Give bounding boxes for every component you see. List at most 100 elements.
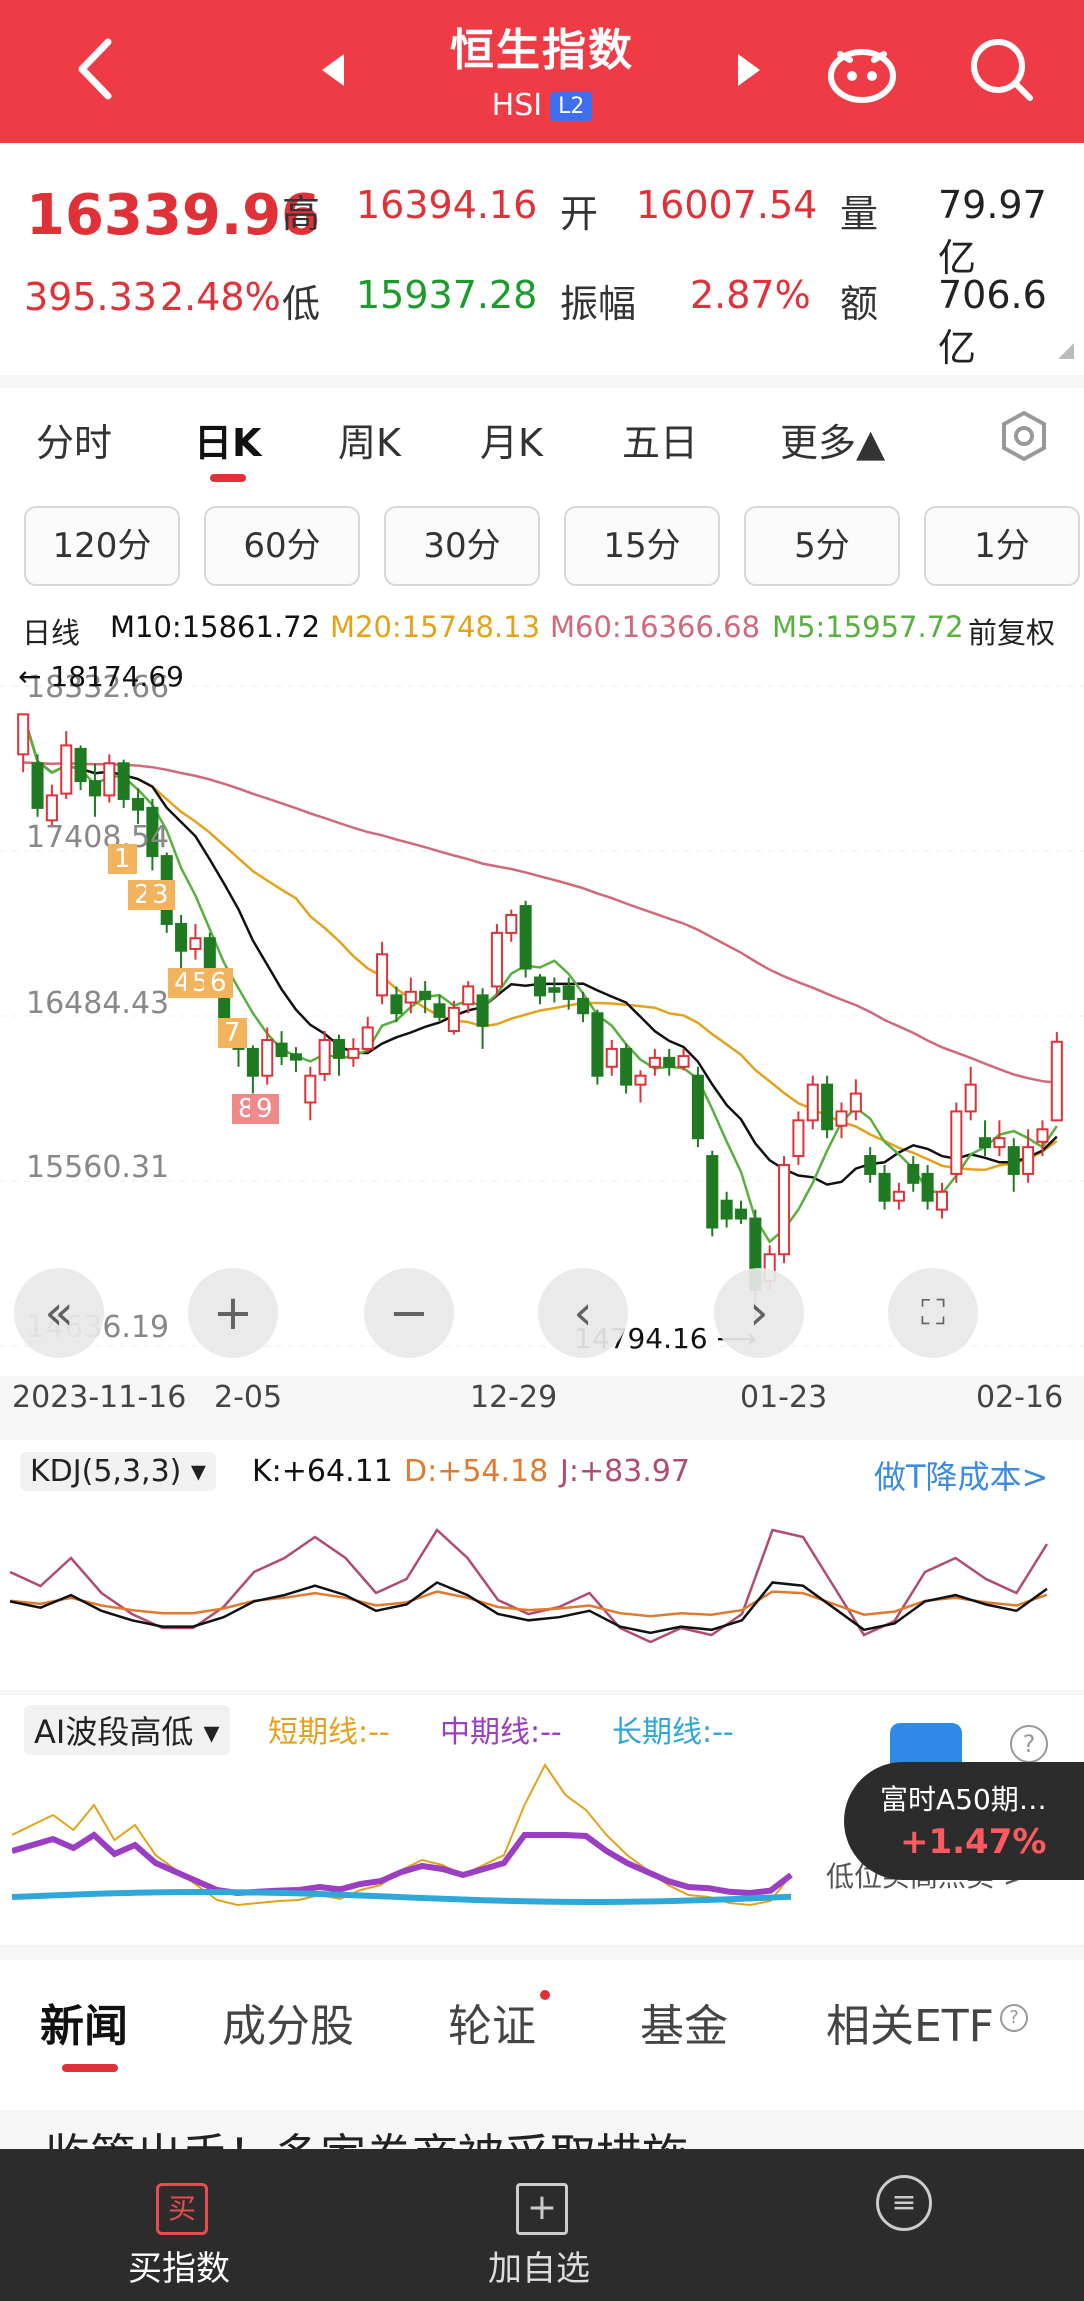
kdj-svg	[9, 1528, 1049, 1644]
promo-link[interactable]: 做T降成本>	[874, 1452, 1048, 1498]
tab-warrants[interactable]: 轮证	[448, 1990, 536, 2054]
settings-icon[interactable]	[998, 410, 1050, 466]
candle-body	[591, 1012, 604, 1077]
zoom-out-button[interactable]: −	[364, 1268, 454, 1358]
date-axis-4: 01-23	[740, 1380, 828, 1415]
candle-body	[821, 1083, 834, 1131]
candle-body	[490, 931, 503, 988]
candle-body	[419, 990, 432, 1000]
ma-legend: 日线 M10:15861.72 M20:15748.13 M60:16366.6…	[0, 604, 1084, 656]
y-tick-2: 17408.54	[26, 820, 170, 855]
high-value: 16394.16	[356, 183, 538, 227]
news-tab-indicator	[62, 2064, 118, 2072]
candle-body	[720, 1199, 733, 1220]
bottom-bar: 买 买指数 + 加自选 ≡	[0, 2149, 1084, 2301]
zoom-in-button[interactable]: +	[188, 1268, 278, 1358]
candle-body	[376, 953, 389, 997]
scroll-right-button[interactable]: ›	[714, 1268, 804, 1358]
date-axis-3: 12-29	[470, 1380, 558, 1415]
change-value: 395.33	[24, 275, 157, 319]
mid-line-label: 中期线:--	[440, 1715, 562, 1750]
high-label: 高	[282, 192, 321, 236]
candle-body	[505, 914, 518, 934]
app-header: 恒生指数 HSI L2	[0, 0, 1084, 143]
tab-constituents[interactable]: 成分股	[222, 1990, 354, 2054]
tab-monthly-k[interactable]: 月K	[480, 412, 543, 467]
a50-futures-badge[interactable]: 富时A50期… +1.47%	[844, 1762, 1084, 1880]
adjust-mode-label[interactable]: 前复权	[968, 610, 1055, 652]
chart-kind-label: 日线	[22, 616, 81, 650]
candle-body	[275, 1042, 288, 1058]
fullscreen-button[interactable]: ⛶	[888, 1268, 978, 1358]
candle-body	[361, 1026, 374, 1050]
long-line-label: 长期线:--	[612, 1715, 734, 1750]
mid-term-line	[12, 1831, 793, 1897]
minute-5-button[interactable]: 5分	[744, 506, 900, 586]
change-percent: 2.48%	[160, 275, 281, 319]
candle-body	[60, 744, 73, 795]
candle-body	[189, 937, 202, 950]
search-icon[interactable]	[966, 34, 1036, 108]
ai-svg	[12, 1763, 793, 1907]
candle-body	[921, 1172, 934, 1202]
candle-body	[691, 1074, 704, 1140]
candle-body	[562, 985, 575, 1000]
candle-body	[132, 797, 145, 811]
assistant-icon[interactable]	[826, 36, 898, 110]
last-price: 16339.96	[26, 183, 321, 248]
nine-mark-9: 9	[250, 1094, 279, 1124]
tab-timeshare[interactable]: 分时	[36, 412, 112, 467]
minute-30-button[interactable]: 30分	[384, 506, 540, 586]
low-value: 15937.28	[356, 273, 538, 317]
candle-body	[734, 1208, 748, 1220]
date-axis-2: 2-05	[214, 1380, 283, 1415]
scroll-to-start-button[interactable]: «	[14, 1268, 104, 1358]
long-term-line	[12, 1889, 792, 1905]
help-icon[interactable]: ?	[1010, 1725, 1048, 1763]
ma60-legend: M60:16366.68	[550, 610, 761, 644]
active-tab-indicator	[210, 474, 246, 482]
candle-body	[605, 1047, 618, 1068]
kdj-j-value: J:+83.97	[560, 1454, 690, 1489]
minute-1-button[interactable]: 1分	[924, 506, 1080, 586]
ma10-legend: M10:15861.72	[110, 610, 321, 644]
candle-body	[950, 1110, 963, 1175]
tab-five-day[interactable]: 五日	[622, 412, 698, 467]
kdj-k-value: K:+64.11	[252, 1454, 393, 1489]
amplitude-value: 2.87%	[690, 273, 811, 317]
tab-weekly-k[interactable]: 周K	[338, 412, 401, 467]
tab-more[interactable]: 更多▲	[780, 412, 885, 467]
minute-120-button[interactable]: 120分	[24, 506, 180, 586]
tab-related-etf[interactable]: 相关ETF	[826, 1990, 994, 2054]
kdj-panel: KDJ(5,3,3) ▾ K:+64.11 D:+54.18 J:+83.97 …	[0, 1440, 1084, 1690]
kdj-d-line	[9, 1590, 1048, 1618]
candle-body	[577, 997, 590, 1015]
info-icon[interactable]: ?	[1000, 2004, 1028, 2032]
candle-body	[864, 1155, 877, 1175]
candle-body	[261, 1039, 274, 1077]
tab-funds[interactable]: 基金	[640, 1990, 728, 2054]
expand-corner-icon[interactable]	[1056, 341, 1076, 365]
ai-selector[interactable]: AI波段高低 ▾	[24, 1705, 230, 1755]
candle-body	[548, 987, 561, 993]
menu-icon[interactable]: ≡	[876, 2175, 932, 2231]
scroll-left-button[interactable]: ‹	[538, 1268, 628, 1358]
nine-mark-1: 1	[108, 844, 137, 874]
kdj-selector[interactable]: KDJ(5,3,3) ▾	[20, 1452, 216, 1491]
candle-body	[892, 1190, 905, 1202]
candle-body	[289, 1053, 302, 1061]
candle-body	[433, 1003, 446, 1018]
buy-index-button[interactable]: 买指数	[128, 2241, 230, 2290]
candle-body	[677, 1055, 690, 1068]
minute-60-button[interactable]: 60分	[204, 506, 360, 586]
tab-news[interactable]: 新闻	[40, 1990, 128, 2054]
candle-body	[1036, 1128, 1049, 1143]
kline-chart-area[interactable]: 18332.66 17408.54 16484.43 15560.31 1463…	[0, 656, 1084, 1376]
tab-daily-k[interactable]: 日K	[194, 412, 261, 467]
candle-body	[634, 1074, 647, 1086]
add-watchlist-button[interactable]: 加自选	[488, 2241, 590, 2290]
minute-15-button[interactable]: 15分	[564, 506, 720, 586]
next-index-icon[interactable]	[734, 52, 764, 92]
a50-title: 富时A50期…	[880, 1783, 1047, 1816]
candle-body	[1007, 1146, 1020, 1175]
